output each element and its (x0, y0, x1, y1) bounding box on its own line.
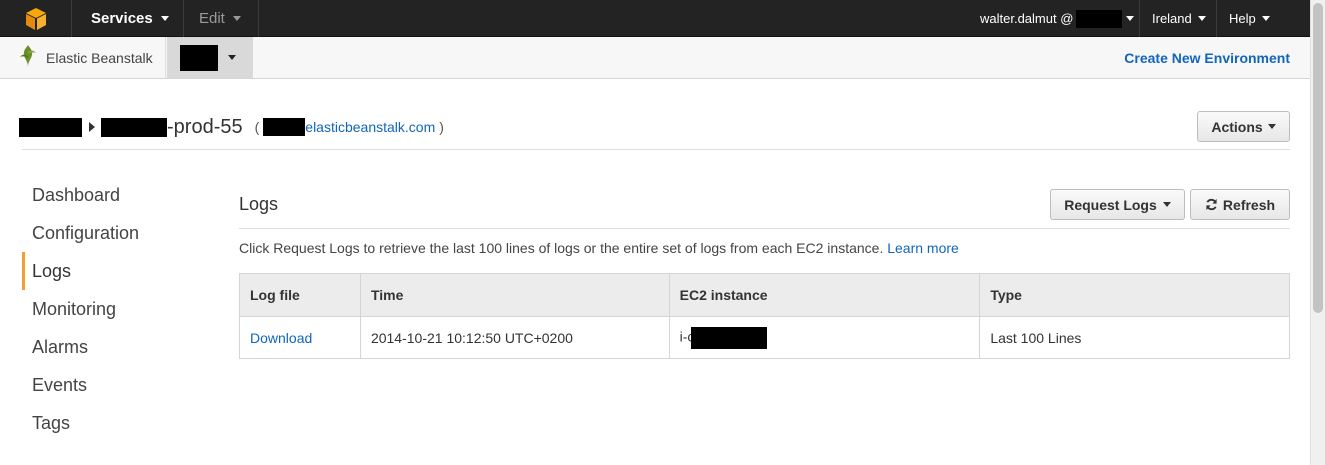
sidemenu-item-events[interactable]: Events (22, 366, 212, 404)
elastic-beanstalk-label: Elastic Beanstalk (46, 49, 153, 66)
environment-name-suffix: -prod-55 (167, 115, 243, 138)
environment-url-link[interactable]: elasticbeanstalk.com (305, 119, 435, 135)
elastic-beanstalk-icon (19, 44, 37, 71)
sidemenu-item-alarms[interactable]: Alarms (22, 328, 212, 366)
chevron-down-icon (228, 55, 236, 60)
region-menu[interactable]: Ireland (1141, 0, 1217, 37)
request-logs-button[interactable]: Request Logs (1050, 189, 1185, 220)
logs-description-text: Click Request Logs to retrieve the last … (239, 240, 884, 256)
type-cell: Last 100 Lines (979, 316, 1290, 359)
ec2-instance-cell: i-c (668, 316, 981, 359)
redacted-account (1076, 9, 1123, 28)
actions-label: Actions (1211, 118, 1263, 135)
create-new-environment-link[interactable]: Create New Environment (1124, 37, 1290, 78)
redacted-environment-prefix (101, 117, 167, 137)
help-menu[interactable]: Help (1218, 0, 1288, 37)
page-scrollbar[interactable] (1310, 0, 1325, 465)
actions-button[interactable]: Actions (1197, 111, 1290, 142)
chevron-down-icon (1261, 16, 1270, 21)
environment-url: ( elasticbeanstalk.com ) (255, 118, 444, 136)
redacted-url-prefix (263, 118, 306, 136)
request-logs-label: Request Logs (1064, 196, 1157, 213)
help-label: Help (1229, 11, 1256, 26)
user-menu[interactable]: walter.dalmut @ (966, 0, 1140, 37)
sidemenu-item-logs[interactable]: Logs (22, 252, 212, 290)
refresh-icon (1206, 198, 1217, 211)
edit-menu[interactable]: Edit (185, 0, 259, 37)
url-close-paren: ) (439, 119, 444, 135)
region-label: Ireland (1152, 11, 1192, 26)
chevron-down-icon (1197, 16, 1206, 21)
refresh-button[interactable]: Refresh (1190, 189, 1290, 220)
column-header-log-file[interactable]: Log file (239, 273, 361, 317)
chevron-down-icon (1162, 202, 1171, 207)
application-selector[interactable] (167, 37, 253, 78)
refresh-label: Refresh (1222, 196, 1276, 213)
aws-cube-icon[interactable] (0, 0, 72, 37)
time-cell: 2014-10-21 10:12:50 UTC+0200 (359, 316, 670, 359)
page-title: Logs (239, 194, 279, 214)
chevron-down-icon (160, 16, 169, 21)
column-header-ec2-instance[interactable]: EC2 instance (668, 273, 981, 317)
edit-label: Edit (199, 10, 225, 27)
table-row: Download 2014-10-21 10:12:50 UTC+0200 i-… (239, 316, 1290, 359)
chevron-right-icon (89, 122, 95, 132)
logs-divider (239, 228, 1290, 229)
url-open-paren: ( (254, 119, 260, 135)
table-header-row: Log file Time EC2 instance Type (239, 273, 1290, 317)
column-header-time[interactable]: Time (359, 273, 670, 317)
top-navigation-bar: Services Edit walter.dalmut @ Ireland He… (0, 0, 1310, 37)
download-link[interactable]: Download (250, 330, 312, 346)
environment-side-menu: Dashboard Configuration Logs Monitoring … (22, 176, 212, 442)
breadcrumb: -prod-55 ( elasticbeanstalk.com ) (19, 114, 444, 140)
sidemenu-item-tags[interactable]: Tags (22, 404, 212, 442)
redacted-instance-id (691, 326, 768, 349)
services-menu[interactable]: Services (73, 0, 184, 37)
redacted-application-crumb[interactable] (19, 117, 82, 137)
chevron-down-icon (1267, 124, 1276, 129)
chevron-down-icon (1126, 16, 1135, 21)
log-file-cell: Download (239, 316, 361, 359)
sidemenu-item-dashboard[interactable]: Dashboard (22, 176, 212, 214)
logs-table: Log file Time EC2 instance Type Download… (239, 273, 1290, 359)
learn-more-link[interactable]: Learn more (887, 240, 959, 256)
user-label: walter.dalmut @ (980, 11, 1074, 26)
redacted-application-name (180, 44, 218, 71)
chevron-down-icon (232, 16, 241, 21)
logs-description: Click Request Logs to retrieve the last … (239, 240, 959, 256)
service-navigation-bar: Elastic Beanstalk Create New Environment (0, 37, 1310, 79)
column-header-type[interactable]: Type (979, 273, 1290, 317)
elastic-beanstalk-home-link[interactable]: Elastic Beanstalk (0, 37, 166, 78)
header-divider (22, 149, 1290, 150)
sidemenu-item-monitoring[interactable]: Monitoring (22, 290, 212, 328)
sidemenu-item-configuration[interactable]: Configuration (22, 214, 212, 252)
services-label: Services (91, 10, 153, 27)
scrollbar-thumb[interactable] (1313, 3, 1323, 313)
